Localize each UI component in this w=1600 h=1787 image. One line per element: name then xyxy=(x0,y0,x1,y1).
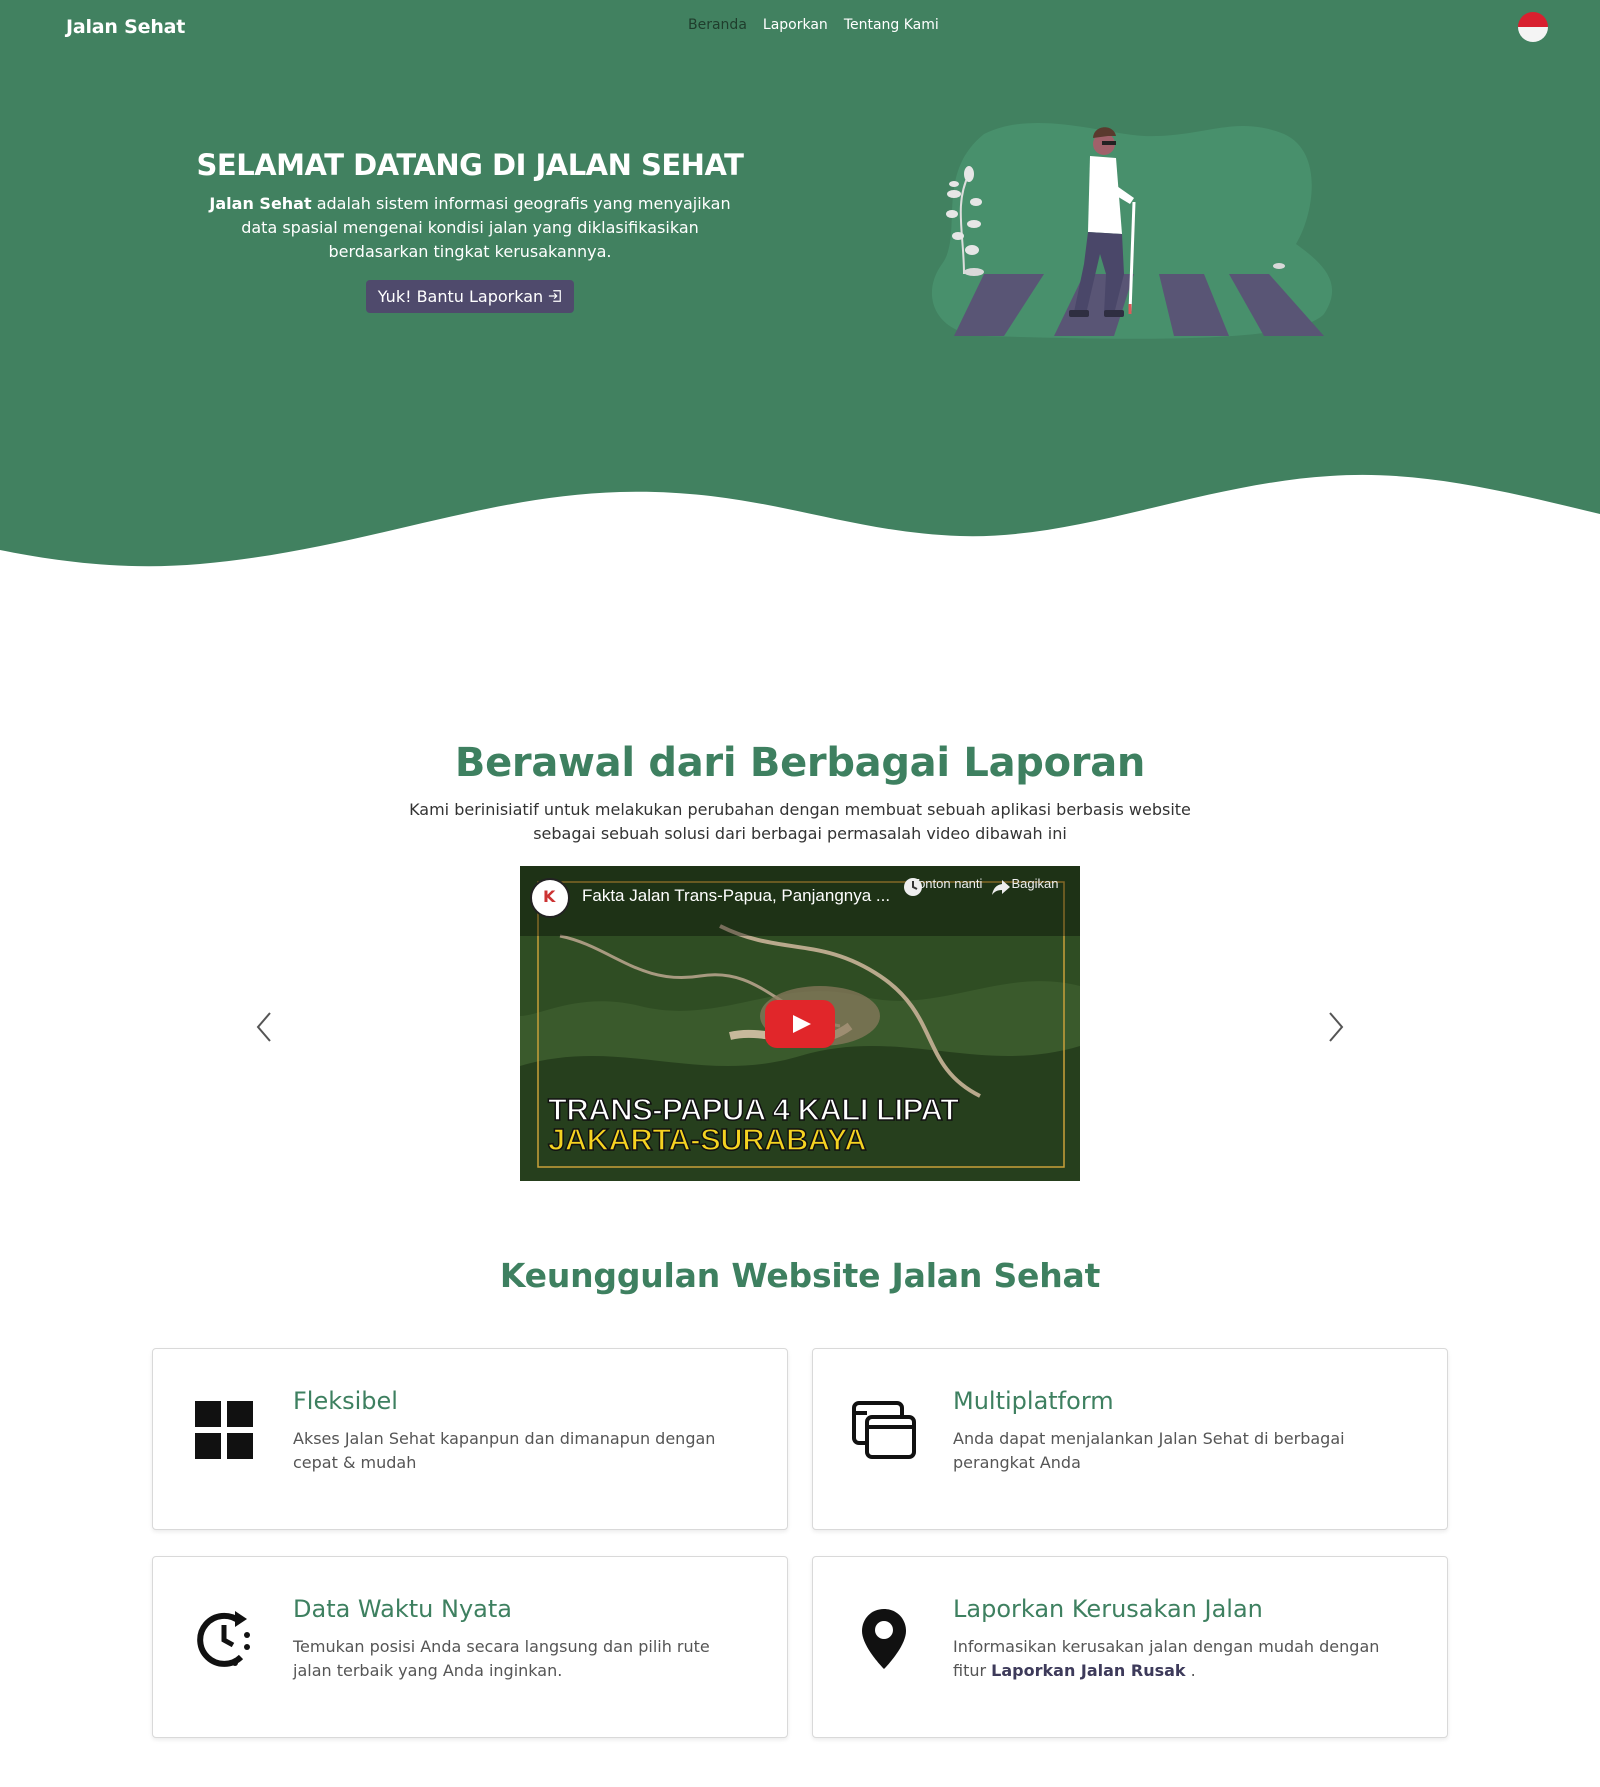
brand-logo[interactable]: Jalan Sehat xyxy=(66,16,185,38)
pedestrian-crossing-illustration xyxy=(931,122,1333,339)
chevron-left-icon[interactable] xyxy=(250,1010,280,1044)
feature-description: Akses Jalan Sehat kapanpun dan dimanapun… xyxy=(293,1429,716,1472)
youtube-video-embed[interactable]: K Fakta Jalan Trans-Papua, Panjangnya ..… xyxy=(520,866,1080,1181)
hero-section: Jalan Sehat Beranda Laporkan Tentang Kam… xyxy=(0,0,1600,580)
feature-card-fleksibel: Fleksibel Akses Jalan Sehat kapanpun dan… xyxy=(152,1348,788,1530)
nav-item-tentang-kami[interactable]: Tentang Kami xyxy=(844,17,939,33)
feature-title: Laporkan Kerusakan Jalan xyxy=(953,1595,1263,1623)
map-pin-icon xyxy=(862,1609,906,1669)
reports-description: Kami berinisiatif untuk melakukan peruba… xyxy=(409,800,1191,843)
reports-title: Berawal dari Berbagai Laporan xyxy=(454,740,1146,786)
hero-content: SELAMAT DATANG DI JALAN SEHAT Jalan Seha… xyxy=(160,148,780,313)
chevron-right-icon[interactable] xyxy=(1320,1010,1350,1044)
hero-desc-brand: Jalan Sehat xyxy=(209,194,312,213)
hero-description: Jalan Sehat adalah sistem informasi geog… xyxy=(200,192,740,264)
hero-title: SELAMAT DATANG DI JALAN SEHAT xyxy=(196,148,744,182)
play-button[interactable] xyxy=(765,1000,835,1048)
feature-desc-suffix: . xyxy=(1190,1661,1196,1680)
hero-desc-text: adalah sistem informasi geografis yang m… xyxy=(241,194,731,261)
clock-history-icon xyxy=(197,1611,250,1667)
windows-icon xyxy=(852,1401,916,1459)
feature-card-multiplatform: Multiplatform Anda dapat menjalankan Jal… xyxy=(812,1348,1448,1530)
share-button[interactable]: Bagikan xyxy=(990,876,1080,895)
share-label: Bagikan xyxy=(1011,876,1059,891)
video-caption-line2: JAKARTA-SURABAYA xyxy=(547,1121,867,1158)
report-road-link[interactable]: Laporkan Jalan Rusak xyxy=(991,1661,1185,1680)
clock-icon xyxy=(904,878,922,896)
nav-item-beranda[interactable]: Beranda xyxy=(688,17,747,33)
navbar: Jalan Sehat Beranda Laporkan Tentang Kam… xyxy=(0,0,1600,54)
channel-avatar[interactable]: K xyxy=(530,878,570,918)
feature-description: Temukan posisi Anda secara langsung dan … xyxy=(293,1637,710,1680)
video-title[interactable]: Fakta Jalan Trans-Papua, Panjangnya ... xyxy=(582,886,890,906)
report-cta-button[interactable]: Yuk! Bantu Laporkan xyxy=(365,280,575,313)
nav-menu: Beranda Laporkan Tentang Kami xyxy=(688,17,939,33)
feature-title: Fleksibel xyxy=(293,1387,398,1415)
feature-card-data-waktu-nyata: Data Waktu Nyata Temukan posisi Anda sec… xyxy=(152,1556,788,1738)
feature-title: Multiplatform xyxy=(953,1387,1114,1415)
feature-card-laporkan-kerusakan: Laporkan Kerusakan Jalan Informasikan ke… xyxy=(812,1556,1448,1738)
feature-description: Anda dapat menjalankan Jalan Sehat di be… xyxy=(953,1429,1345,1472)
features-title: Keunggulan Website Jalan Sehat xyxy=(499,1256,1101,1295)
nav-item-laporkan[interactable]: Laporkan xyxy=(763,17,828,33)
cta-label: Yuk! Bantu Laporkan xyxy=(377,287,544,306)
feature-title: Data Waktu Nyata xyxy=(293,1595,512,1623)
grid-icon xyxy=(195,1401,253,1459)
share-icon xyxy=(992,880,1010,895)
feature-description: Informasikan kerusakan jalan dengan muda… xyxy=(953,1635,1403,1683)
watch-later-button[interactable]: Tonton nanti xyxy=(902,876,992,896)
login-icon xyxy=(549,290,562,302)
indonesia-flag-icon[interactable] xyxy=(1518,12,1548,42)
